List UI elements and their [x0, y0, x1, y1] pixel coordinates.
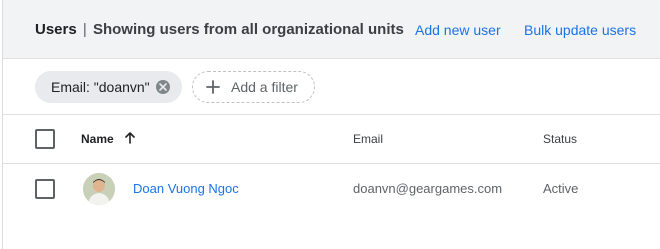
- title-text: Users: [35, 21, 77, 38]
- row-checkbox[interactable]: [35, 179, 55, 199]
- user-name-link[interactable]: Doan Vuong Ngoc: [133, 181, 239, 196]
- filter-bar: Email: "doanvn" Add a filter: [3, 59, 660, 115]
- title-separator: |: [82, 21, 87, 38]
- filter-chip-email[interactable]: Email: "doanvn": [35, 71, 182, 103]
- cancel-icon[interactable]: [156, 80, 170, 94]
- avatar[interactable]: [83, 173, 115, 205]
- column-header-status[interactable]: Status: [543, 132, 577, 146]
- add-filter-label: Add a filter: [231, 79, 298, 95]
- table-row[interactable]: Doan Vuong Ngoc doanvn@geargames.com Act…: [3, 164, 660, 214]
- select-all-checkbox[interactable]: [35, 129, 55, 149]
- add-filter-button[interactable]: Add a filter: [192, 71, 315, 103]
- page-title: Users | Showing users from all organizat…: [35, 21, 404, 38]
- user-email: doanvn@geargames.com: [353, 181, 503, 196]
- add-new-user-link[interactable]: Add new user: [415, 22, 501, 38]
- arrow-up-icon[interactable]: [123, 131, 137, 145]
- cancel-icon-glyph: [159, 83, 167, 91]
- users-panel: Users | Showing users from all organizat…: [2, 0, 660, 249]
- bulk-update-users-link[interactable]: Bulk update users: [524, 22, 636, 38]
- column-header-name[interactable]: Name: [81, 132, 114, 146]
- column-header-email[interactable]: Email: [353, 132, 383, 146]
- user-status: Active: [543, 181, 579, 196]
- title-subtitle: Showing users from all organizational un…: [92, 21, 404, 38]
- table-header: Name Email Status: [3, 115, 660, 164]
- filter-chip-label: Email: "doanvn": [51, 79, 150, 95]
- panel-header: Users | Showing users from all organizat…: [3, 0, 660, 59]
- plus-icon: [205, 79, 221, 95]
